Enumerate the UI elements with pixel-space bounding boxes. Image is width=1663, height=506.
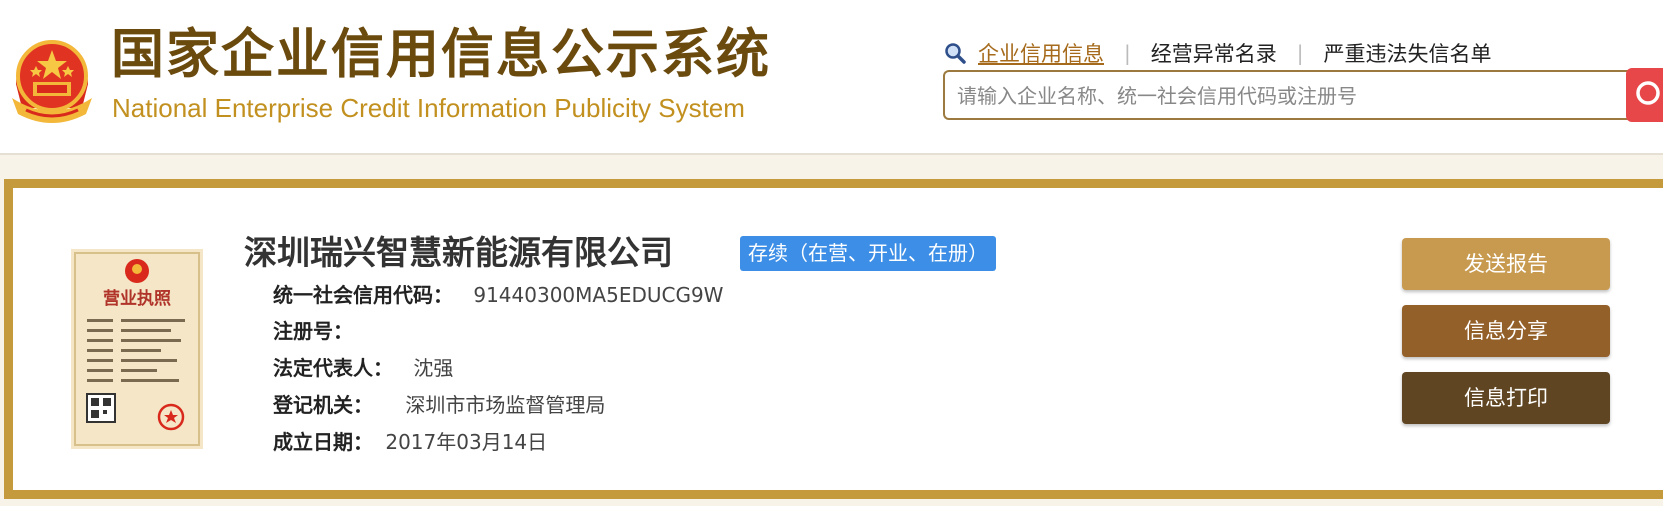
search-input[interactable] (955, 72, 1559, 120)
national-emblem-icon (12, 40, 92, 123)
credit-code-value: 91440300MA5EDUCG9W (473, 283, 724, 307)
search-box (943, 70, 1663, 120)
company-name: 深圳瑞兴智慧新能源有限公司 (244, 233, 673, 272)
site-title: 国家企业信用信息公示系统 (111, 24, 771, 85)
search-button[interactable] (1626, 68, 1663, 122)
nav-separator: | (1296, 41, 1304, 65)
site-header: 国家企业信用信息公示系统 National Enterprise Credit … (0, 0, 1663, 155)
registration-authority-label: 登记机关： (273, 393, 373, 417)
top-nav: 企业信用信息 | 经营异常名录 | 严重违法失信名单 (944, 38, 1492, 68)
registration-number-row: 注册号： (273, 318, 353, 344)
establishment-date-value: 2017年03月14日 (385, 430, 548, 454)
status-badge: 存续（在营、开业、在册） (740, 236, 996, 271)
nav-abnormal-operation-list[interactable]: 经营异常名录 (1151, 38, 1277, 68)
credit-code-label: 统一社会信用代码： (273, 283, 453, 307)
share-info-button[interactable]: 信息分享 (1402, 305, 1610, 357)
registration-authority-value: 深圳市市场监督管理局 (405, 393, 606, 417)
legal-representative-label: 法定代表人： (273, 356, 393, 380)
credit-code-row: 统一社会信用代码： 91440300MA5EDUCG9W (273, 282, 723, 308)
site-subtitle: National Enterprise Credit Information P… (112, 93, 745, 123)
license-title: 营业执照 (103, 288, 171, 309)
nav-serious-violation-list[interactable]: 严重违法失信名单 (1324, 38, 1492, 68)
nav-enterprise-credit-info[interactable]: 企业信用信息 (978, 38, 1104, 68)
registration-number-label: 注册号： (273, 319, 353, 343)
establishment-date-row: 成立日期： 2017年03月14日 (273, 429, 547, 455)
search-icon (1636, 81, 1660, 105)
legal-representative-value: 沈强 (413, 356, 454, 380)
establishment-date-label: 成立日期： (273, 430, 373, 454)
legal-representative-row: 法定代表人： 沈强 (273, 355, 453, 381)
registration-authority-row: 登记机关： 深圳市市场监督管理局 (273, 392, 605, 418)
print-info-button[interactable]: 信息打印 (1402, 372, 1610, 424)
send-report-button[interactable]: 发送报告 (1402, 238, 1610, 290)
business-license-image[interactable]: 营业执照 (71, 249, 203, 449)
nav-separator: | (1124, 41, 1131, 65)
search-icon (945, 43, 966, 64)
